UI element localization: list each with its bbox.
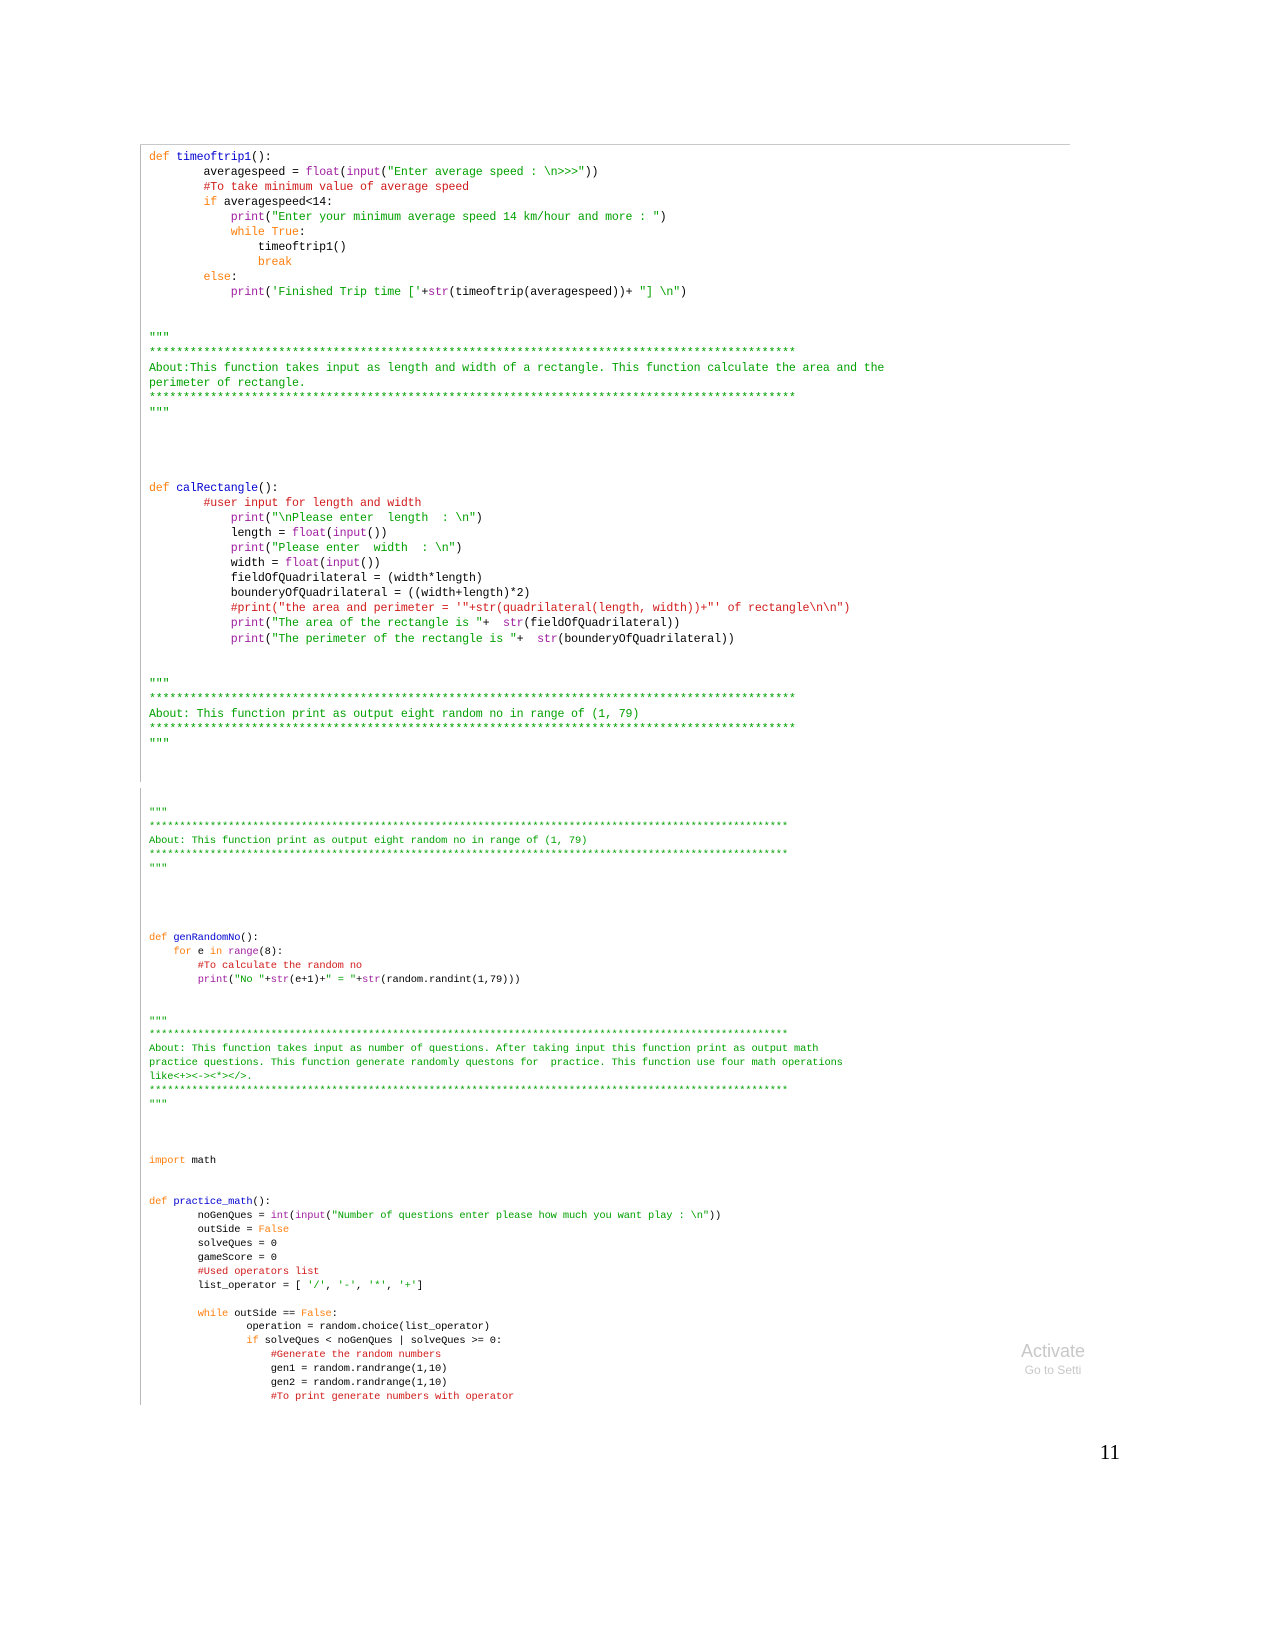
code-line: ****************************************…: [149, 692, 796, 706]
code-line: noGenQues = int(input("Number of questio…: [149, 1210, 722, 1223]
code-line: print("\nPlease enter length : \n"): [230, 512, 483, 526]
document-page: def timeoftrip1(): averagespeed = float(…: [0, 0, 1275, 1650]
code-line: print("Enter your minimum average speed …: [230, 211, 667, 225]
code-line: #user input for length and width: [149, 497, 422, 511]
code-line: list_operator = [ '/', '-', '*', '+']: [149, 1279, 423, 1292]
activate-windows-watermark: Activate Go to Setti: [1021, 1340, 1085, 1378]
code-line: About: This function print as output eig…: [149, 707, 640, 721]
code-line: import math: [149, 1154, 216, 1167]
code-line: gen2 = random.randrange(1,10): [149, 1377, 448, 1390]
code-line: for e in range(8):: [173, 945, 283, 958]
code-line: ****************************************…: [149, 391, 796, 405]
code-line: #Used operators list: [149, 1265, 320, 1278]
code-line: practice questions. This function genera…: [149, 1057, 843, 1070]
code-line: if solveQues < noGenQues | solveQues >= …: [246, 1335, 502, 1348]
code-line: #To take minimum value of average speed: [149, 181, 469, 195]
code-line: def calRectangle():: [149, 482, 279, 496]
code-line: averagespeed = float(input("Enter averag…: [149, 166, 599, 180]
code-line: #Generate the random numbers: [149, 1349, 442, 1362]
code-line: while True:: [230, 226, 306, 240]
code-line: print("The area of the rectangle is "+ s…: [230, 617, 681, 631]
code-line: break: [257, 256, 292, 270]
code-line: """: [149, 806, 168, 819]
code-line: def genRandomNo():: [149, 932, 259, 945]
code-line: fieldOfQuadrilateral = (width*length): [149, 572, 483, 586]
code-line: ****************************************…: [149, 346, 796, 360]
code-line: gen1 = random.randrange(1,10): [149, 1363, 448, 1376]
code-line: else:: [203, 271, 238, 285]
code-line: """: [149, 737, 170, 751]
watermark-title: Activate: [1020, 1341, 1085, 1361]
code-line: bounderyOfQuadrilateral = ((width+length…: [149, 587, 531, 601]
code-line: """: [149, 862, 168, 875]
code-line: like<+><-><*></>.: [149, 1071, 253, 1084]
code-line: """: [149, 1098, 168, 1111]
code-line: About: This function print as output eig…: [149, 834, 588, 847]
code-line: print("Please enter width : \n"): [230, 542, 463, 556]
code-line: """: [149, 677, 170, 691]
code-line: operation = random.choice(list_operator): [149, 1321, 490, 1334]
code-line: width = float(input()): [149, 557, 381, 571]
code-line: ****************************************…: [149, 820, 788, 833]
code-line: ****************************************…: [149, 1029, 788, 1042]
watermark-subtitle: Go to Setti: [1024, 1363, 1082, 1377]
code-line: print("No "+str(e+1)+" = "+str(random.ra…: [197, 973, 521, 986]
page-number: 11: [1099, 1440, 1120, 1464]
code-line: gameScore = 0: [149, 1251, 277, 1264]
code-line: if averagespeed<14:: [203, 196, 333, 210]
code-line: def timeoftrip1():: [149, 151, 272, 164]
code-line: """: [149, 1015, 168, 1028]
code-block-timeoftrip-calrectangle: def timeoftrip1(): averagespeed = float(…: [140, 145, 1140, 782]
code-line: length = float(input()): [149, 527, 388, 541]
code-line: while outSide == False:: [197, 1307, 338, 1320]
code-line: print('Finished Trip time ['+str(timeoft…: [230, 286, 687, 300]
code-line: #To calculate the random no: [149, 959, 362, 972]
code-block-genrandomno-practicemath: """ *************************************…: [140, 788, 1140, 1405]
code-line: #print("the area and perimeter = '"+str(…: [149, 602, 851, 616]
code-line: About:This function takes input as lengt…: [149, 361, 885, 375]
code-line: #To print generate numbers with operator: [149, 1390, 515, 1403]
code-line: print("The perimeter of the rectangle is…: [230, 632, 735, 646]
code-line: outSide = False: [149, 1224, 289, 1237]
code-line: ****************************************…: [149, 1085, 788, 1098]
code-line: def practice_math():: [149, 1196, 271, 1209]
code-line: ****************************************…: [149, 722, 796, 736]
code-line: ****************************************…: [149, 848, 788, 861]
code-line: About: This function takes input as numb…: [149, 1043, 819, 1056]
code-line: """: [149, 406, 170, 420]
code-line: """: [149, 331, 170, 345]
code-line: solveQues = 0: [149, 1238, 277, 1250]
code-line: perimeter of rectangle.: [149, 376, 306, 390]
code-line: timeoftrip1(): [149, 241, 347, 255]
